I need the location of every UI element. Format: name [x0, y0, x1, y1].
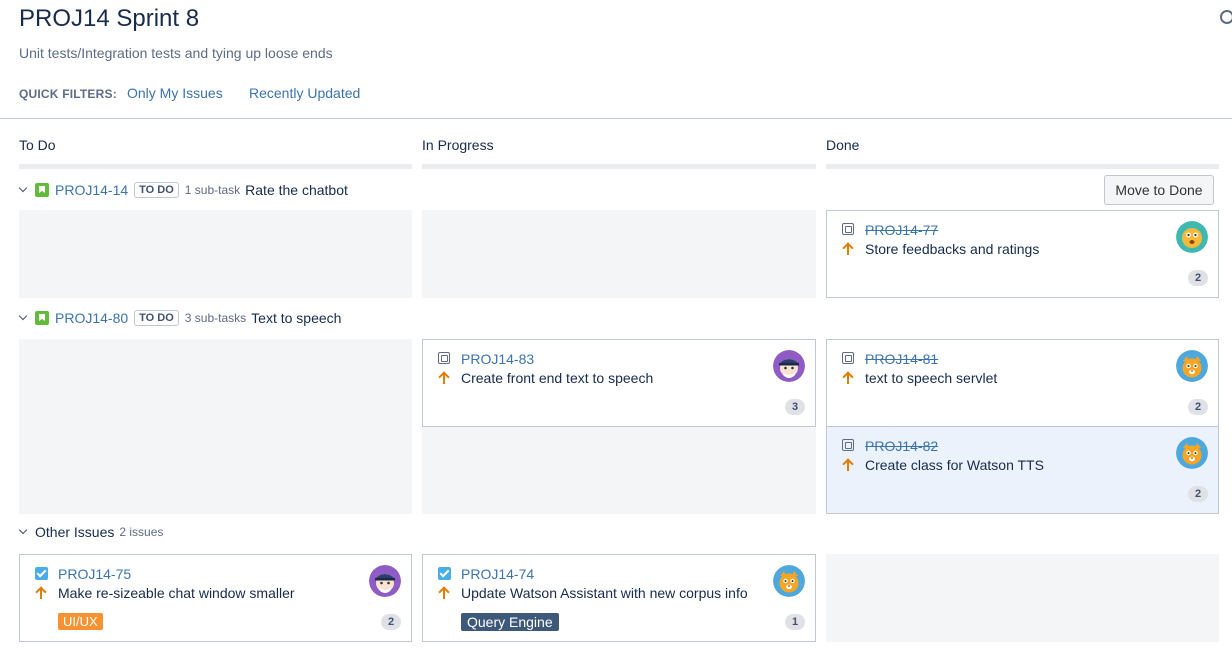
subtask-icon [438, 352, 450, 364]
swimlane-summary: Text to speech [251, 310, 342, 326]
issue-card-proj14-77[interactable]: PROJ14-77 Store feedbacks and ratings 2 [826, 210, 1219, 298]
move-to-done-button[interactable]: Move to Done [1104, 175, 1214, 205]
card-key[interactable]: PROJ14-77 [865, 222, 938, 238]
pirate-avatar[interactable] [773, 350, 805, 382]
priority-high-icon [843, 371, 853, 385]
status-lozenge: TO DO [134, 182, 179, 198]
card-key[interactable]: PROJ14-81 [865, 351, 938, 367]
story-icon [35, 311, 49, 325]
issue-card-proj14-83[interactable]: PROJ14-83 Create front end text to speec… [422, 339, 816, 427]
issue-key-link[interactable]: PROJ14-14 [55, 182, 128, 198]
issue-key-link[interactable]: PROJ14-80 [55, 310, 128, 326]
epic-label[interactable]: Query Engine [461, 613, 559, 631]
priority-high-icon [439, 371, 449, 385]
card-key[interactable]: PROJ14-74 [461, 566, 534, 582]
filter-recently-updated[interactable]: Recently Updated [249, 85, 360, 101]
other-issues-count: 2 issues [119, 525, 164, 539]
subtask-icon [842, 223, 854, 235]
comment-count-badge: 2 [1188, 270, 1208, 286]
card-summary: Create class for Watson TTS [865, 457, 1044, 473]
cell-in-progress-proj14-14 [422, 210, 816, 298]
priority-high-icon [36, 586, 46, 600]
issue-card-proj14-82[interactable]: PROJ14-82 Create class for Watson TTS 2 [826, 426, 1219, 514]
swimlane-header-other-issues[interactable]: Other Issues 2 issues [19, 524, 163, 540]
issue-card-proj14-74[interactable]: PROJ14-74 Update Watson Assistant with n… [422, 554, 816, 642]
card-key[interactable]: PROJ14-75 [58, 566, 131, 582]
filter-only-my-issues[interactable]: Only My Issues [127, 85, 223, 101]
status-lozenge: TO DO [134, 310, 179, 326]
issue-card-proj14-81[interactable]: PROJ14-81 text to speech servlet 2 [826, 339, 1219, 427]
card-summary: Update Watson Assistant with new corpus … [461, 585, 748, 601]
comment-count-badge: 2 [1188, 486, 1208, 502]
board-title: PROJ14 Sprint 8 [19, 5, 200, 32]
swimlane-header-proj14-80[interactable]: PROJ14-80 TO DO 3 sub-tasks Text to spee… [19, 308, 341, 328]
subtask-icon [842, 352, 854, 364]
orange-monster-avatar[interactable] [1176, 221, 1208, 253]
column-header-todo: To Do [19, 137, 56, 153]
subtask-icon [842, 439, 854, 451]
task-checkbox-icon [438, 567, 451, 580]
column-header-done: Done [826, 137, 860, 153]
sprint-goal: Unit tests/Integration tests and tying u… [19, 45, 333, 61]
card-summary: Make re-sizeable chat window smaller [58, 585, 295, 601]
column-header-in-progress: In Progress [422, 137, 494, 153]
card-key[interactable]: PROJ14-83 [461, 351, 534, 367]
chevron-down-icon[interactable] [19, 528, 27, 536]
column-bar-done [826, 164, 1219, 169]
subtask-count: 3 sub-tasks [184, 311, 247, 325]
priority-high-icon [439, 586, 449, 600]
column-bar-in-progress [422, 164, 816, 169]
card-summary: Create front end text to speech [461, 370, 654, 386]
priority-high-icon [843, 458, 853, 472]
story-icon [35, 183, 49, 197]
chevron-down-icon[interactable] [19, 186, 27, 194]
priority-high-icon [843, 242, 853, 256]
comment-count-badge: 2 [381, 614, 401, 630]
quick-filters-label: QUICK FILTERS: [19, 87, 117, 101]
card-summary: Store feedbacks and ratings [865, 241, 1040, 257]
card-key[interactable]: PROJ14-82 [865, 438, 938, 454]
cat-avatar[interactable] [1176, 350, 1208, 382]
cell-todo-proj14-80 [19, 339, 412, 514]
board-settings-icon[interactable] [1220, 10, 1232, 24]
issue-card-proj14-75[interactable]: PROJ14-75 Make re-sizeable chat window s… [19, 554, 412, 642]
comment-count-badge: 3 [785, 399, 805, 415]
header-divider [0, 118, 1232, 119]
pirate-avatar[interactable] [369, 565, 401, 597]
swimlane-header-proj14-14[interactable]: PROJ14-14 TO DO 1 sub-task Rate the chat… [19, 180, 348, 200]
cat-avatar[interactable] [1176, 437, 1208, 469]
swimlane-summary: Rate the chatbot [245, 182, 348, 198]
chevron-down-icon[interactable] [19, 314, 27, 322]
cell-done-other-issues [826, 554, 1219, 642]
cell-todo-proj14-14 [19, 210, 412, 298]
other-issues-label: Other Issues [35, 524, 115, 540]
card-summary: text to speech servlet [865, 370, 998, 386]
comment-count-badge: 2 [1188, 399, 1208, 415]
epic-label[interactable]: UI/UX [58, 613, 103, 630]
cat-avatar[interactable] [773, 565, 805, 597]
column-bar-todo [19, 164, 412, 169]
task-checkbox-icon [35, 567, 48, 580]
subtask-count: 1 sub-task [184, 183, 241, 197]
comment-count-badge: 1 [785, 614, 805, 630]
